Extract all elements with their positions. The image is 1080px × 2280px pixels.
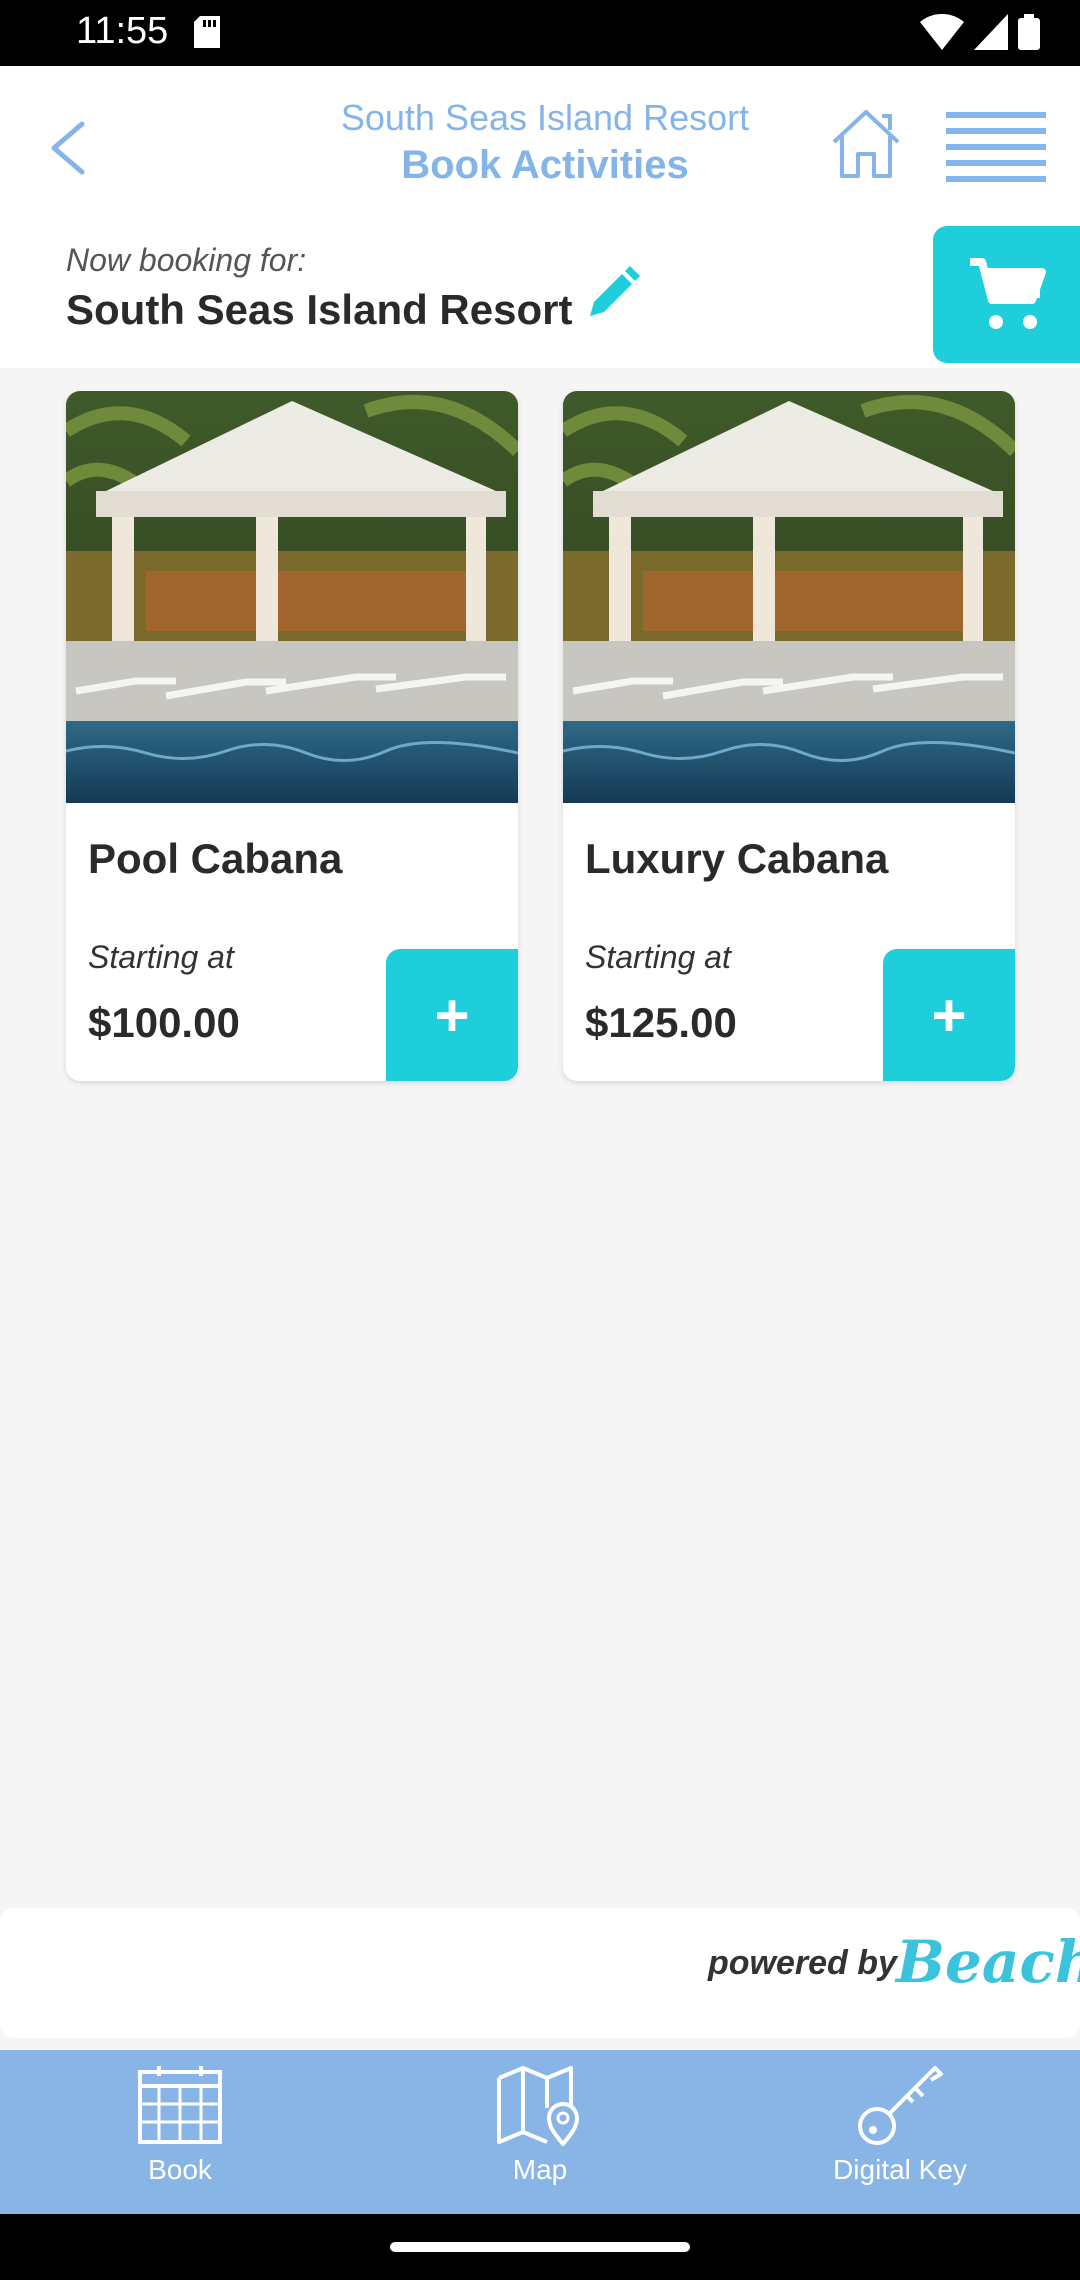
nav-digital-key[interactable]: Digital Key [770,2064,1030,2214]
home-gesture-pill[interactable] [390,2242,690,2252]
nav-book[interactable]: Book [50,2064,310,2214]
system-nav-bar [0,2214,1080,2280]
activity-price: $125.00 [585,999,737,1046]
starting-at-label: Starting at [585,939,731,975]
add-button[interactable]: + [883,949,1015,1081]
home-icon[interactable] [828,106,904,182]
header-title-block: South Seas Island Resort Book Activities [300,96,790,190]
status-time: 11:55 [76,10,169,52]
signal-icon [974,14,1008,50]
starting-at-label: Starting at [88,939,234,975]
add-button[interactable]: + [386,949,518,1081]
nav-map[interactable]: Map [410,2064,670,2214]
wifi-icon [920,14,964,50]
back-arrow-icon[interactable] [44,118,94,178]
resort-name: South Seas Island Resort [340,97,750,138]
bottom-nav: Book Map Digital Key [0,2050,1080,2214]
app-header: South Seas Island Resort Book Activities [0,66,1080,226]
booking-for-label: Now booking for: [66,242,307,278]
hamburger-menu-icon[interactable] [944,106,1048,186]
cabana-image [66,391,518,803]
nav-label: Book [148,2154,212,2185]
activity-card[interactable]: Luxury Cabana Starting at $125.00 + [563,391,1015,1081]
powered-by-text: powered by [708,1944,897,1982]
sd-card-icon [194,16,220,48]
powered-by-footer: powered by Beachy [0,1908,1080,2038]
page-title: Book Activities [401,143,689,187]
shopping-cart-icon [969,257,1046,329]
activity-card[interactable]: Pool Cabana Starting at $100.00 + [66,391,518,1081]
booking-for-section: Now booking for: South Seas Island Resor… [0,226,1080,368]
map-pin-icon [497,2066,580,2146]
edit-pencil-icon[interactable] [584,266,640,322]
calendar-icon [138,2066,222,2144]
activity-name: Pool Cabana [88,835,343,882]
activity-price: $100.00 [88,999,240,1046]
cart-button[interactable] [933,226,1080,363]
nav-label: Digital Key [833,2154,967,2185]
status-bar: 11:55 [0,0,1080,66]
cabana-image [563,391,1015,803]
battery-icon [1018,14,1040,50]
booking-for-name: South Seas Island Resort [66,286,573,333]
beachy-logo: Beachy [896,1928,1080,1996]
activity-name: Luxury Cabana [585,835,889,882]
nav-label: Map [512,2154,568,2185]
key-icon [858,2066,943,2145]
